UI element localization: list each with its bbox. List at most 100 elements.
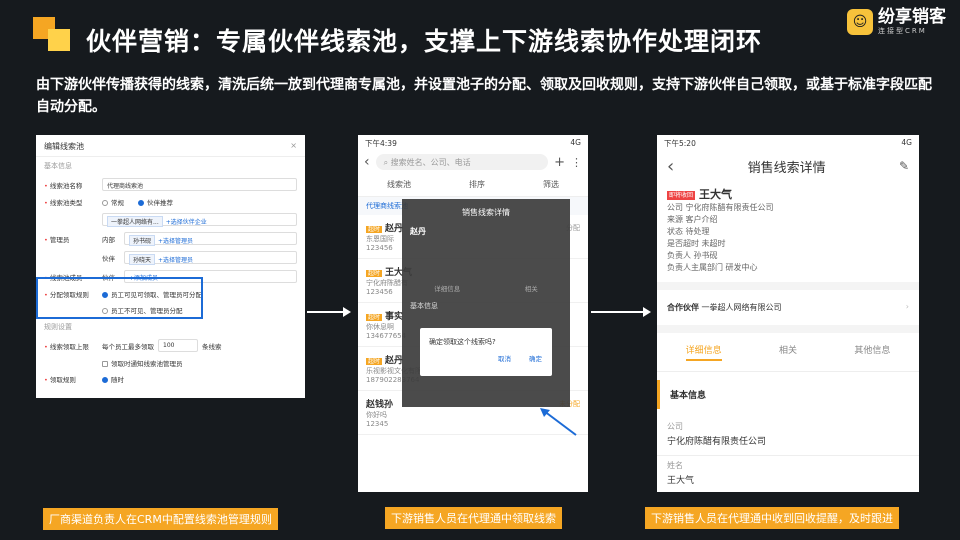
overlay-title: 销售线索详情	[462, 208, 510, 217]
search-bar: ‹ ⌕ 搜索姓名、公司、电话 + ⋮	[358, 151, 588, 173]
overlay-tab-related[interactable]: 相关	[525, 283, 538, 293]
field-name: 姓名 王大气	[657, 456, 919, 492]
partner-row[interactable]: 合作伙伴 一拳超人网络有限公司 ›	[657, 290, 919, 333]
summary-field: 状态 待处理	[667, 227, 710, 236]
claim-confirm-dialog: 确定领取这个线索吗? 取消 确定	[420, 328, 552, 376]
status-bar: 下午5:20 4G	[657, 135, 919, 151]
partner-tag: 一拳超人网络有...	[107, 216, 163, 227]
internal-user-tag: 孙书砚	[129, 235, 156, 246]
notify-checkbox[interactable]: 领取时通知线索池管理员	[102, 358, 183, 368]
back-icon[interactable]: ‹	[667, 156, 674, 177]
overlay-basic-info: 基本信息	[410, 302, 438, 310]
type-regular-radio[interactable]: 常规	[102, 197, 124, 207]
pool-name-label: 线索池名称	[44, 180, 102, 190]
nav-bar: ‹ 销售线索详情 ✎	[657, 151, 919, 181]
cancel-button[interactable]: 取消	[498, 353, 511, 363]
page-description: 由下游伙伴传播获得的线索，清洗后统一放到代理商专属池，并设置池子的分配、领取及回…	[36, 77, 932, 115]
lead-tag: 超时	[366, 270, 383, 277]
partner-select[interactable]: 一拳超人网络有... +选择伙伴企业	[102, 213, 297, 227]
status-signal: 4G	[901, 138, 912, 147]
add-icon[interactable]: +	[554, 155, 565, 170]
more-icon[interactable]: ⋮	[571, 156, 582, 169]
limit-text: 每个员工最多领取	[102, 342, 154, 351]
tab-pool[interactable]: 线索池	[387, 179, 411, 190]
pool-name-row: 线索池名称 代理商线索池	[36, 175, 305, 194]
tab-detail[interactable]: 详细信息	[685, 343, 722, 361]
add-manager-link[interactable]: +选择管理员	[158, 238, 193, 245]
summary-field: 是否超时 未超时	[667, 239, 726, 248]
arrow-right-1	[307, 307, 351, 317]
field-label: 公司	[667, 422, 683, 431]
back-icon[interactable]: ‹	[364, 154, 370, 170]
mobile-lead-detail-screenshot: 下午5:20 4G ‹ 销售线索详情 ✎ 即将收回 王大气 公司 宁化府陈醋有限责任…	[657, 135, 919, 492]
detail-tabs: 详细信息 相关 其他信息	[657, 333, 919, 372]
lead-name: 赵丹	[385, 224, 404, 234]
claim-anytime-radio[interactable]: 随时	[102, 374, 124, 384]
status-bar: 下午4:39 4G	[358, 135, 588, 151]
limit-unit: 条线索	[202, 342, 222, 351]
claim-row: 领取规则 随时	[36, 371, 305, 387]
partner-label: 合作伙伴	[667, 303, 699, 312]
highlight-box	[36, 277, 203, 319]
pointer-arrow-icon	[540, 408, 577, 436]
crm-config-screenshot: 编辑线索池 × 基本信息 线索池名称 代理商线索池 线索池类型 常规 伙伴推荐 …	[36, 135, 305, 398]
partner-manager-select[interactable]: 孙晓天 +选择管理员	[124, 251, 297, 265]
internal-manager-select[interactable]: 孙书砚 +选择管理员	[124, 232, 297, 246]
add-partner-link[interactable]: +选择伙伴企业	[166, 219, 207, 226]
tab-sort[interactable]: 排序	[469, 179, 485, 190]
partner-user-tag: 孙晓天	[129, 254, 156, 265]
overlay-lead-name: 赵丹	[410, 227, 426, 236]
tab-filter[interactable]: 筛选	[543, 179, 559, 190]
partner-value: 一拳超人网络有限公司	[701, 303, 782, 312]
arrow-right-2	[591, 307, 651, 317]
overlay-tabs: 详细信息 相关	[402, 277, 570, 299]
logo-square-yellow	[48, 29, 70, 51]
caption-2: 下游销售人员在代理通中领取线索	[385, 507, 562, 529]
field-label: 姓名	[667, 461, 683, 470]
lead-name: 事实	[385, 312, 404, 322]
filter-tabs: 线索池 排序 筛选	[358, 173, 588, 197]
mobile-lead-pool-screenshot: 下午4:39 4G ‹ ⌕ 搜索姓名、公司、电话 + ⋮ 线索池 排序 筛选 代理…	[358, 135, 588, 492]
brand-icon: ☺	[847, 9, 873, 35]
caption-1: 厂商渠道负责人在CRM中配置线索池管理规则	[43, 508, 278, 530]
tab-related[interactable]: 相关	[779, 343, 797, 361]
search-placeholder: 搜索姓名、公司、电话	[390, 158, 471, 167]
overlay-tab-detail[interactable]: 详细信息	[434, 283, 460, 293]
basic-info-heading: 基本信息	[657, 380, 919, 409]
brand-name: 纷享销客	[878, 7, 946, 27]
type-partner-radio[interactable]: 伙伴推荐	[138, 197, 173, 207]
add-manager-link-2[interactable]: +选择管理员	[158, 257, 193, 264]
notify-row: 领取时通知线索池管理员	[36, 355, 305, 371]
brand-subtitle: 连接型CRM	[878, 27, 927, 35]
confirm-button[interactable]: 确定	[529, 353, 542, 363]
status-signal: 4G	[570, 138, 581, 147]
page-title: 伙伴营销：专属伙伴线索池，支撑上下游线索协作处理闭环	[86, 27, 763, 56]
partner-manager-row: 伙伴 孙晓天 +选择管理员	[36, 248, 305, 267]
pool-name-input[interactable]: 代理商线索池	[102, 178, 297, 191]
lead-tag: 超时	[366, 314, 383, 321]
notify-label: 领取时通知线索池管理员	[111, 360, 183, 368]
section-rule-settings: 规则设置	[44, 323, 72, 331]
close-icon[interactable]: ×	[290, 141, 297, 150]
pool-type-label: 线索池类型	[44, 197, 102, 207]
limit-input[interactable]: 100	[158, 339, 198, 352]
limit-label: 线索领取上限	[44, 341, 102, 351]
field-company: 公司 宁化府陈醋有限责任公司	[657, 417, 919, 456]
partner-tag-row: 一拳超人网络有... +选择伙伴企业	[36, 210, 305, 229]
lead-name: 王大气	[699, 188, 733, 201]
manager-row: 管理员 内部 孙书砚+选择管理员	[36, 229, 305, 248]
summary-field: 负责人主属部门 研发中心	[667, 263, 758, 272]
nav-title: 销售线索详情	[747, 160, 826, 176]
dialog-buttons: 取消 确定	[420, 353, 552, 363]
lead-tag: 超时	[366, 226, 383, 233]
tab-other[interactable]: 其他信息	[854, 343, 890, 361]
claim-anytime-label: 随时	[111, 376, 124, 384]
type-partner-label: 伙伴推荐	[147, 199, 173, 207]
status-time: 下午4:39	[365, 139, 397, 148]
limit-row: 线索领取上限 每个员工最多领取 100 条线索	[36, 336, 305, 355]
brand-logo: ☺ 纷享销客 连接型CRM	[847, 8, 946, 36]
edit-icon[interactable]: ✎	[899, 159, 909, 173]
section-basic-info: 基本信息	[44, 162, 72, 170]
search-input[interactable]: ⌕ 搜索姓名、公司、电话	[375, 154, 549, 170]
claim-label: 领取规则	[44, 374, 102, 384]
